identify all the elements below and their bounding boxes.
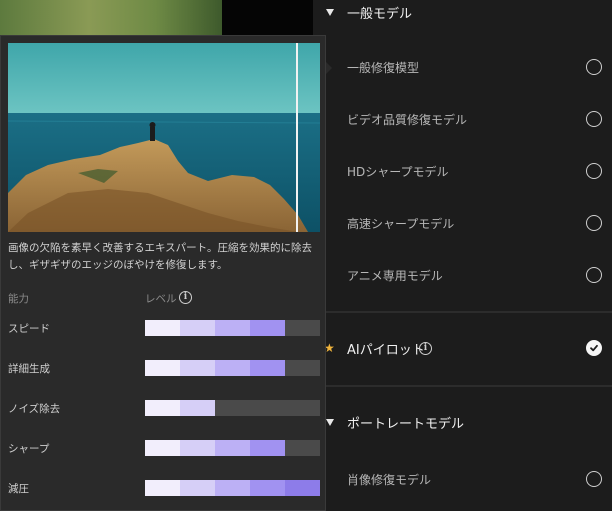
level-bar <box>145 480 320 496</box>
ai-pilot-option[interactable]: ★ AIパイロット i <box>313 322 612 374</box>
level-bar <box>145 440 320 456</box>
level-segment <box>145 320 180 336</box>
background-dark-area <box>222 0 320 40</box>
general-section-header[interactable]: 一般モデル <box>313 0 612 32</box>
level-segment <box>285 320 320 336</box>
portrait-section-title: ポートレートモデル <box>347 416 465 432</box>
level-segment <box>250 480 285 496</box>
ai-pilot-radio-checked[interactable] <box>586 340 602 356</box>
level-header-label: レベル <box>145 293 177 305</box>
model-option[interactable]: ビデオ品質修復モデル <box>313 93 612 145</box>
level-segment <box>250 320 285 336</box>
general-section-title: 一般モデル <box>347 6 413 22</box>
model-option-label: アニメ専用モデル <box>347 268 443 283</box>
level-segment <box>285 480 320 496</box>
divider <box>313 385 612 387</box>
level-segment <box>180 320 215 336</box>
level-segment <box>180 400 215 416</box>
level-segment <box>250 360 285 376</box>
model-option-label: 一般修復模型 <box>347 60 420 75</box>
radio-button[interactable] <box>586 215 602 231</box>
level-bar <box>145 320 320 336</box>
model-option-label: ビデオ品質修復モデル <box>347 112 468 127</box>
level-segment <box>285 360 320 376</box>
model-option[interactable]: 肖像修復モデル <box>313 453 612 505</box>
model-option-label: 肖像修復モデル <box>347 472 432 487</box>
level-segment <box>145 480 180 496</box>
portrait-section-header[interactable]: ポートレートモデル <box>313 402 612 442</box>
level-segment <box>145 360 180 376</box>
model-option[interactable]: アニメ専用モデル <box>313 249 612 301</box>
model-description: 画像の欠陥を素早く改善するエキスパート。圧縮を効果的に除去し、ギザギザのエッジの… <box>8 242 312 271</box>
model-option[interactable]: HDシャープモデル <box>313 145 612 197</box>
level-segment <box>145 440 180 456</box>
radio-button[interactable] <box>586 163 602 179</box>
ai-pilot-label: AIパイロット <box>347 342 425 358</box>
level-segment <box>145 400 180 416</box>
level-bar <box>145 400 320 416</box>
level-segment <box>250 440 285 456</box>
level-segment <box>215 320 250 336</box>
level-segment <box>285 440 320 456</box>
ability-label: ノイズ除去 <box>8 403 61 415</box>
expand-triangle-icon <box>326 8 334 16</box>
level-segment <box>180 440 215 456</box>
divider <box>313 311 612 313</box>
radio-button[interactable] <box>586 111 602 127</box>
model-list-panel: 一般モデル 一般修復模型ビデオ品質修復モデル HDシャープモデル 高速シャープモデル… <box>313 0 612 511</box>
ability-label: スピード <box>8 323 50 335</box>
level-segment <box>285 400 320 416</box>
checkmark-icon <box>590 344 598 352</box>
radio-button[interactable] <box>586 267 602 283</box>
info-icon[interactable]: i <box>419 341 432 355</box>
level-segment <box>180 360 215 376</box>
model-option[interactable]: 一般修復模型 <box>313 41 612 93</box>
info-icon[interactable]: i <box>179 291 192 304</box>
level-segment <box>215 480 250 496</box>
background-image-strip <box>0 0 222 40</box>
ability-label: シャープ <box>8 443 50 455</box>
preview-image <box>8 43 320 232</box>
ability-label: 詳細生成 <box>8 363 50 375</box>
model-option[interactable]: 高速シャープモデル <box>313 197 612 249</box>
level-segment <box>215 400 250 416</box>
level-column-header: レベル i <box>145 291 192 306</box>
level-bar <box>145 360 320 376</box>
radio-button[interactable] <box>586 59 602 75</box>
ability-column-header: 能力 <box>8 293 29 305</box>
ability-label: 減圧 <box>8 483 29 495</box>
expand-triangle-icon <box>326 418 334 426</box>
model-option-label: 高速シャープモデル <box>347 216 455 231</box>
model-info-tooltip: 画像の欠陥を素早く改善するエキスパート。圧縮を効果的に除去し、ギザギザのエッジの… <box>0 35 332 511</box>
level-segment <box>180 480 215 496</box>
level-segment <box>215 440 250 456</box>
model-option-label: HDシャープモデル <box>347 164 449 179</box>
radio-button[interactable] <box>586 471 602 487</box>
level-segment <box>215 360 250 376</box>
tooltip-arrow <box>326 62 332 74</box>
background-preview <box>0 0 320 40</box>
level-segment <box>250 400 285 416</box>
